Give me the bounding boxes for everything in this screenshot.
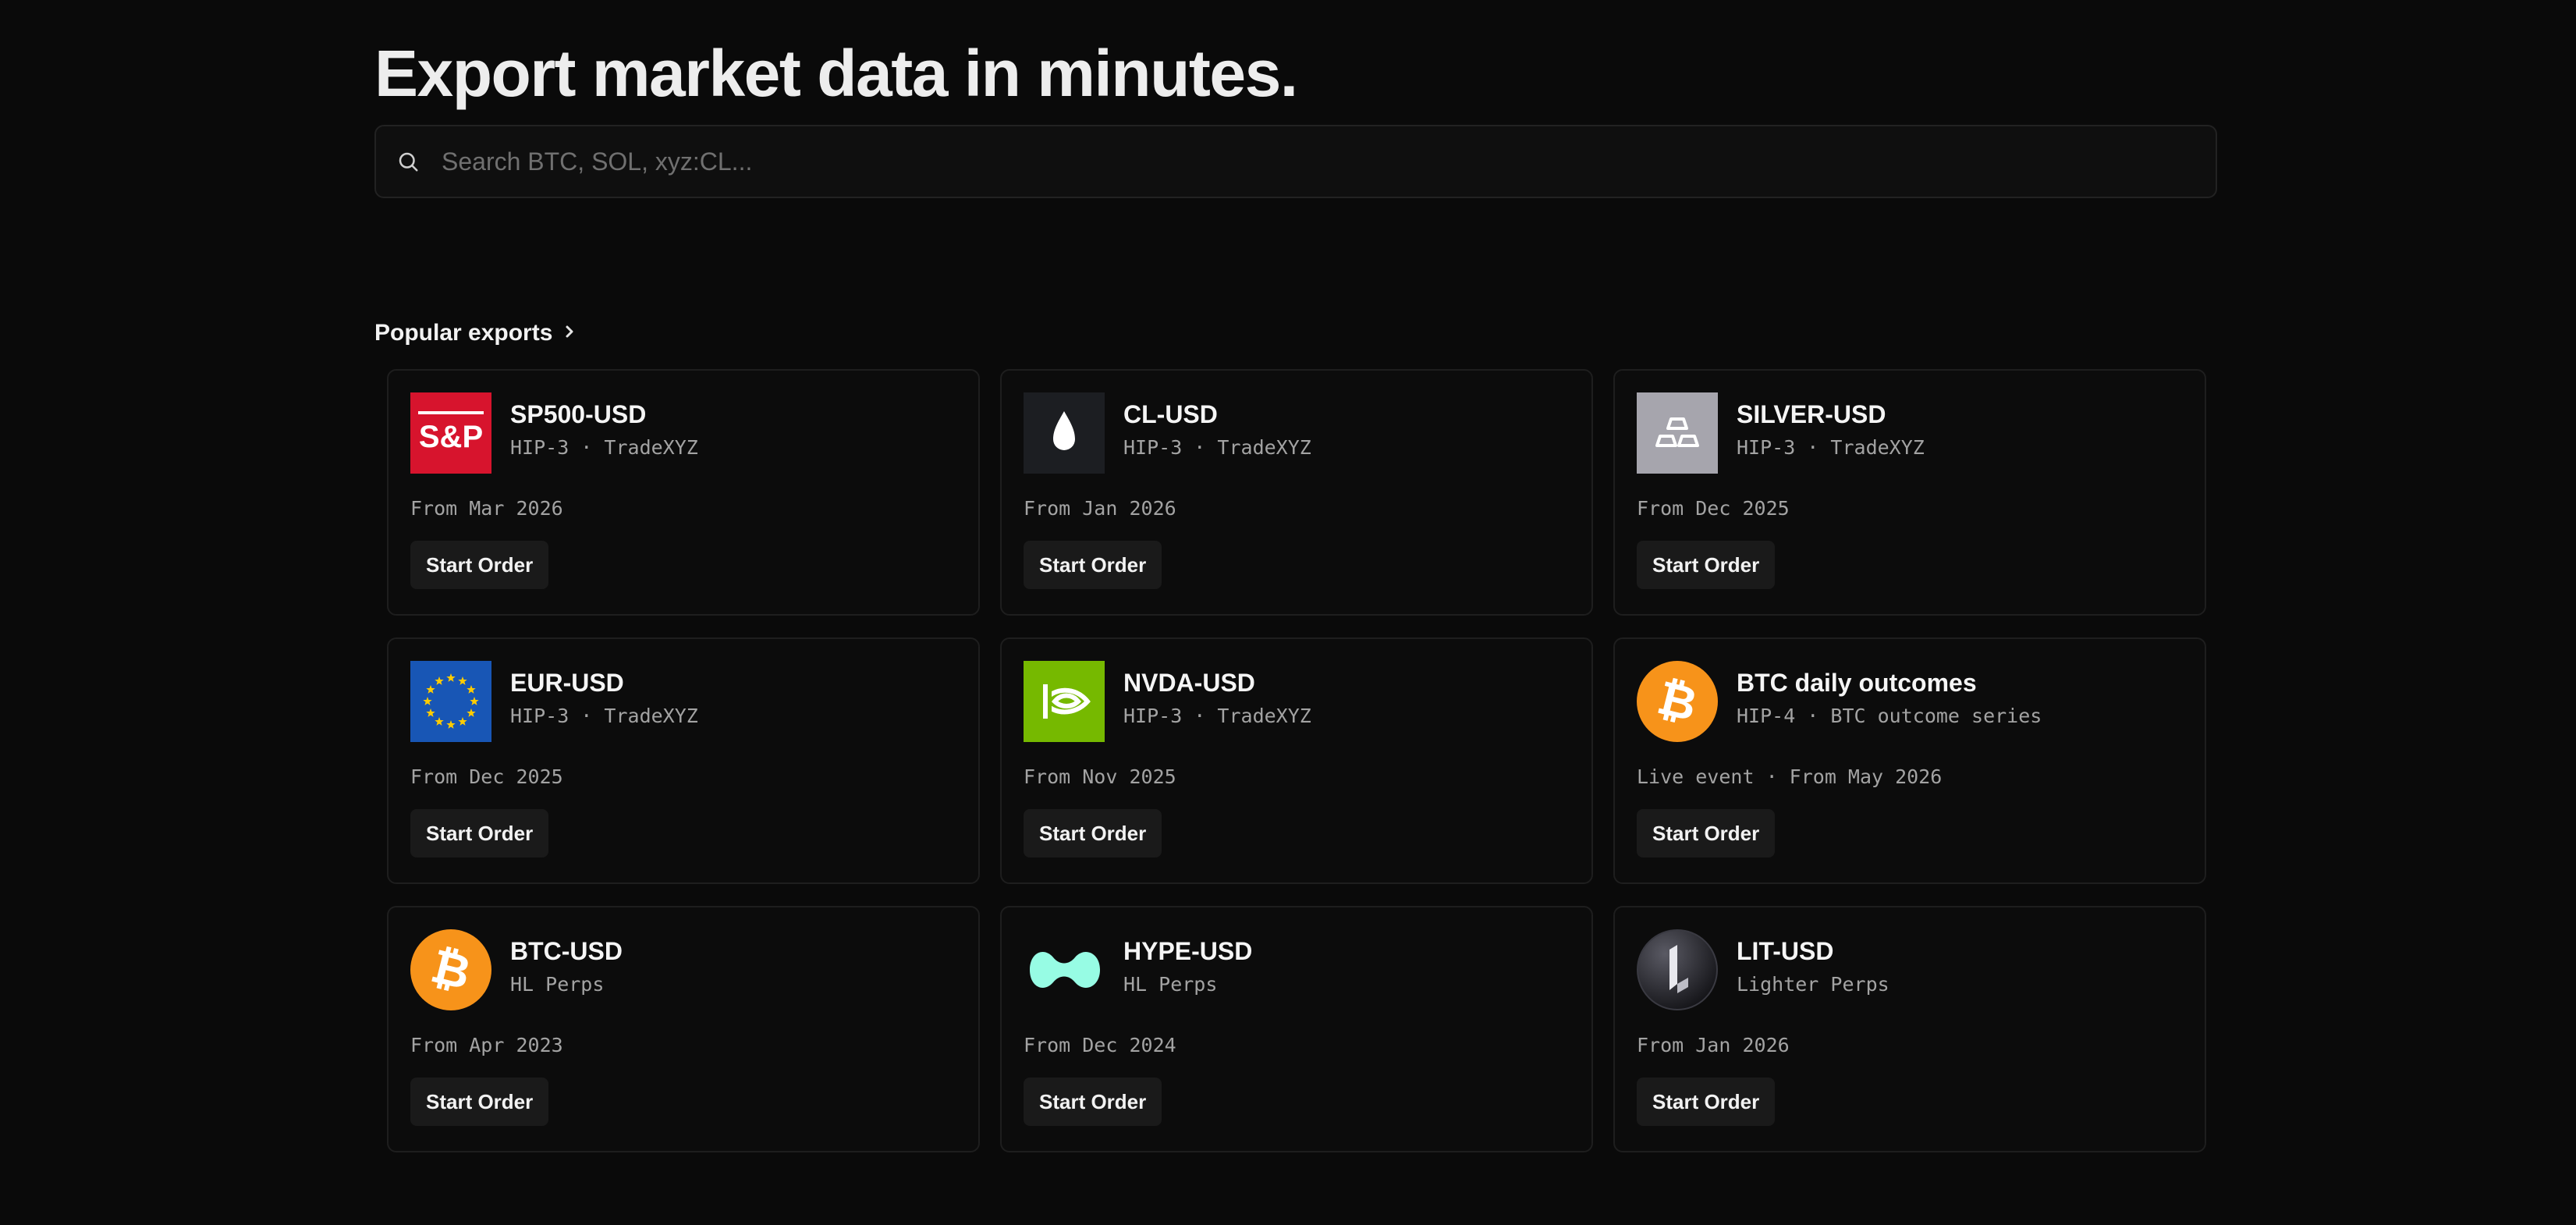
market-source: HIP-3 · TradeXYZ [1737, 436, 1925, 459]
lighter-logo-icon [1637, 929, 1718, 1010]
market-source: HIP-3 · TradeXYZ [1123, 436, 1311, 459]
search-input[interactable] [442, 138, 2216, 185]
section-title: Popular exports [374, 320, 553, 346]
start-order-button[interactable]: Start Order [1637, 809, 1776, 858]
bitcoin-icon: ₿ [410, 929, 491, 1010]
search-bar[interactable] [374, 125, 2217, 198]
nvidia-logo-icon [1024, 661, 1105, 742]
data-range: From Dec 2024 [1024, 1034, 1176, 1056]
silver-bars-icon [1637, 392, 1718, 474]
eu-star-icon [426, 685, 435, 694]
start-order-button[interactable]: Start Order [410, 809, 549, 858]
svg-text:S&P: S&P [419, 420, 483, 454]
market-name: SP500-USD [510, 400, 647, 428]
market-source: HL Perps [510, 973, 605, 996]
market-name: BTC daily outcomes [1737, 669, 1977, 697]
start-order-button[interactable]: Start Order [1024, 1078, 1162, 1126]
eu-star-icon [446, 720, 456, 729]
market-name: SILVER-USD [1737, 400, 1886, 428]
market-source: HL Perps [1123, 973, 1218, 996]
eu-flag-icon [410, 661, 491, 742]
eu-star-icon [458, 716, 467, 726]
export-card: HYPE-USD HL Perps From Dec 2024 Start Or… [1000, 906, 1593, 1152]
export-card: CL-USD HIP-3 · TradeXYZ From Jan 2026 St… [1000, 369, 1593, 616]
eu-star-icon [423, 697, 432, 705]
chevron-right-icon [563, 323, 576, 344]
market-name: BTC-USD [510, 937, 623, 965]
search-icon [396, 150, 420, 173]
market-name: NVDA-USD [1123, 669, 1255, 697]
popular-exports-link[interactable]: Popular exports [374, 317, 576, 350]
eu-star-icon [446, 673, 456, 682]
market-source: HIP-3 · TradeXYZ [510, 705, 698, 727]
market-source: HIP-3 · TradeXYZ [510, 436, 698, 459]
start-order-button[interactable]: Start Order [1024, 541, 1162, 589]
eu-star-icon [467, 708, 476, 717]
market-source: HIP-4 · BTC outcome series [1737, 705, 2042, 727]
data-range: From Dec 2025 [1637, 497, 1790, 520]
eu-star-icon [467, 685, 476, 694]
page: Export market data in minutes. Popular e… [374, 0, 2217, 1225]
start-order-button[interactable]: Start Order [1637, 1078, 1776, 1126]
exports-grid: S&P SP500-USD HIP-3 · TradeXYZ From Mar … [387, 369, 2206, 1152]
eu-star-icon [458, 676, 467, 685]
data-range: From Dec 2025 [410, 765, 563, 788]
data-range: From Jan 2026 [1637, 1034, 1790, 1056]
eu-star-icon [470, 697, 479, 705]
data-range: From Jan 2026 [1024, 497, 1176, 520]
start-order-button[interactable]: Start Order [410, 541, 549, 589]
export-card: LIT-USD Lighter Perps From Jan 2026 Star… [1613, 906, 2206, 1152]
eu-star-icon [426, 708, 435, 717]
market-name: HYPE-USD [1123, 937, 1253, 965]
sp500-logo-icon: S&P [410, 392, 491, 474]
eu-star-icon [435, 676, 444, 685]
export-card: S&P SP500-USD HIP-3 · TradeXYZ From Mar … [387, 369, 980, 616]
export-card: EUR-USD HIP-3 · TradeXYZ From Dec 2025 S… [387, 637, 980, 884]
start-order-button[interactable]: Start Order [1024, 809, 1162, 858]
oil-drop-icon [1024, 392, 1105, 474]
data-range: Live event · From May 2026 [1637, 765, 1943, 788]
data-range: From Nov 2025 [1024, 765, 1176, 788]
bitcoin-icon: ₿ [1637, 661, 1718, 742]
hyperliquid-logo-icon [1024, 929, 1105, 1010]
export-card: ₿ BTC daily outcomes HIP-4 · BTC outcome… [1613, 637, 2206, 884]
start-order-button[interactable]: Start Order [1637, 541, 1776, 589]
export-card: SILVER-USD HIP-3 · TradeXYZ From Dec 202… [1613, 369, 2206, 616]
market-source: HIP-3 · TradeXYZ [1123, 705, 1311, 727]
data-range: From Apr 2023 [410, 1034, 563, 1056]
data-range: From Mar 2026 [410, 497, 563, 520]
export-card: ₿ BTC-USD HL Perps From Apr 2023 Start O… [387, 906, 980, 1152]
market-name: CL-USD [1123, 400, 1218, 428]
start-order-button[interactable]: Start Order [410, 1078, 549, 1126]
page-title: Export market data in minutes. [374, 37, 1298, 110]
market-source: Lighter Perps [1737, 973, 1889, 996]
market-name: LIT-USD [1737, 937, 1834, 965]
eu-star-icon [435, 716, 444, 726]
export-card: NVDA-USD HIP-3 · TradeXYZ From Nov 2025 … [1000, 637, 1593, 884]
market-name: EUR-USD [510, 669, 624, 697]
